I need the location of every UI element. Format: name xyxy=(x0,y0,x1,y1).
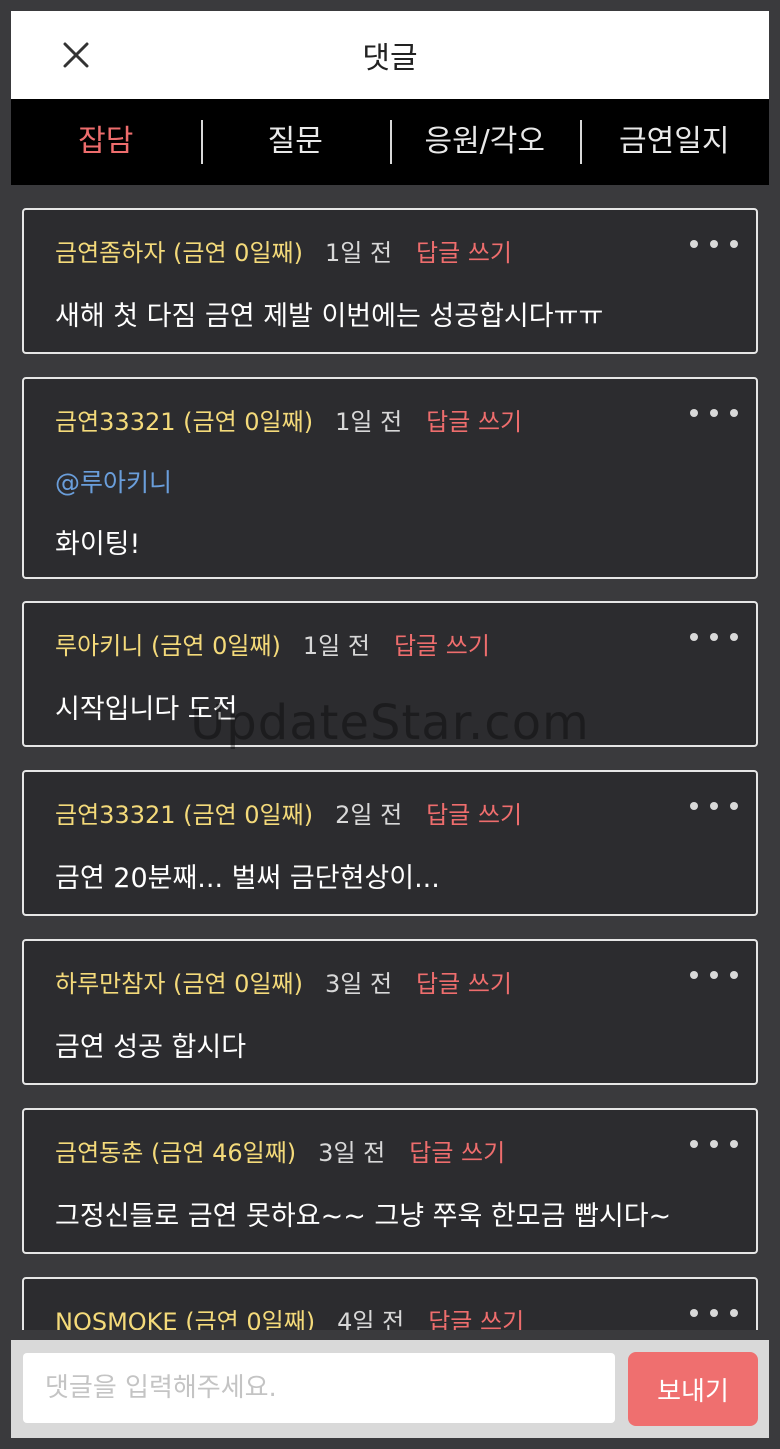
more-options-icon[interactable] xyxy=(690,1132,738,1156)
comment-card: 금연33321 (금연 0일째) 1일 전 답글 쓰기 @루아키니 화이팅! xyxy=(22,377,758,579)
header: 댓글 xyxy=(11,11,769,99)
more-options-icon[interactable] xyxy=(690,232,738,256)
tab-chat[interactable]: 잡담 xyxy=(11,99,201,185)
comment-text: 그정신들로 금연 못하요~~ 그냥 쭈욱 한모금 빱시다~ xyxy=(55,1201,672,1232)
comment-author[interactable]: NOSMOKE (금연 0일째) xyxy=(55,1302,315,1331)
more-options-icon[interactable] xyxy=(690,401,738,425)
comment-text: 금연 성공 합시다 xyxy=(55,1032,247,1063)
comment-author[interactable]: 금연좀하자 (금연 0일째) xyxy=(55,233,303,268)
comment-meta: 금연동춘 (금연 46일째) 3일 전 답글 쓰기 xyxy=(55,1130,505,1170)
more-options-icon[interactable] xyxy=(690,794,738,818)
reply-button[interactable]: 답글 쓰기 xyxy=(428,1302,524,1331)
comment-time: 1일 전 xyxy=(302,631,370,660)
page-title: 댓글 xyxy=(362,41,418,76)
comment-list[interactable]: 금연좀하자 (금연 0일째) 1일 전 답글 쓰기 새해 첫 다짐 금연 제발 … xyxy=(11,185,769,1330)
comment-meta: 하루만참자 (금연 0일째) 3일 전 답글 쓰기 xyxy=(55,961,512,1001)
comment-text: 금연 20분째... 벌써 금단현상이... xyxy=(55,863,440,894)
comment-author[interactable]: 루아키니 (금연 0일째) xyxy=(55,626,281,661)
comment-text: 시작입니다 도전 xyxy=(55,694,238,725)
tab-bar: 잡담 질문 응원/각오 금연일지 xyxy=(11,99,769,185)
comment-composer: 보내기 xyxy=(11,1340,769,1438)
comment-meta: 금연33321 (금연 0일째) 1일 전 답글 쓰기 xyxy=(55,399,522,439)
comment-meta: 루아키니 (금연 0일째) 1일 전 답글 쓰기 xyxy=(55,623,490,663)
more-options-icon[interactable] xyxy=(690,963,738,987)
comment-input[interactable] xyxy=(23,1353,615,1423)
comment-mention[interactable]: @루아키니 xyxy=(55,463,172,499)
comment-time: 1일 전 xyxy=(335,407,403,436)
tab-cheer[interactable]: 응원/각오 xyxy=(390,99,580,185)
comment-text: 새해 첫 다짐 금연 제발 이번에는 성공합시다ㅠㅠ xyxy=(55,301,604,332)
comment-card: 금연33321 (금연 0일째) 2일 전 답글 쓰기 금연 20분째... 벌… xyxy=(22,770,758,916)
comment-author[interactable]: 금연동춘 (금연 46일째) xyxy=(55,1133,296,1168)
comment-time: 1일 전 xyxy=(324,238,393,267)
reply-button[interactable]: 답글 쓰기 xyxy=(416,233,512,268)
tab-diary[interactable]: 금연일지 xyxy=(579,99,770,185)
comment-author[interactable]: 금연33321 (금연 0일째) xyxy=(55,402,313,437)
close-icon xyxy=(63,42,89,68)
close-button[interactable] xyxy=(51,37,101,73)
tab-question[interactable]: 질문 xyxy=(200,99,391,185)
reply-button[interactable]: 답글 쓰기 xyxy=(416,964,512,999)
comment-text: 화이팅! xyxy=(55,529,141,560)
comment-time: 3일 전 xyxy=(324,969,393,998)
comment-time: 3일 전 xyxy=(318,1138,386,1167)
comment-card: 금연좀하자 (금연 0일째) 1일 전 답글 쓰기 새해 첫 다짐 금연 제발 … xyxy=(22,208,758,354)
comment-meta: 금연좀하자 (금연 0일째) 1일 전 답글 쓰기 xyxy=(55,230,512,270)
comment-card: 하루만참자 (금연 0일째) 3일 전 답글 쓰기 금연 성공 합시다 xyxy=(22,939,758,1085)
comment-time: 2일 전 xyxy=(335,800,403,829)
reply-button[interactable]: 답글 쓰기 xyxy=(394,626,490,661)
comment-author[interactable]: 금연33321 (금연 0일째) xyxy=(55,795,313,830)
comment-time: 4일 전 xyxy=(337,1307,405,1331)
comment-meta: 금연33321 (금연 0일째) 2일 전 답글 쓰기 xyxy=(55,792,522,832)
comment-card: NOSMOKE (금연 0일째) 4일 전 답글 쓰기 xyxy=(22,1277,758,1330)
reply-button[interactable]: 답글 쓰기 xyxy=(426,402,522,437)
app-frame: 댓글 잡담 질문 응원/각오 금연일지 금연좀하자 (금연 0일째) 1일 전 … xyxy=(0,0,780,1449)
reply-button[interactable]: 답글 쓰기 xyxy=(426,795,522,830)
comment-author[interactable]: 하루만참자 (금연 0일째) xyxy=(55,964,303,999)
more-options-icon[interactable] xyxy=(690,1301,738,1325)
comment-meta: NOSMOKE (금연 0일째) 4일 전 답글 쓰기 xyxy=(55,1299,524,1331)
more-options-icon[interactable] xyxy=(690,625,738,649)
comment-card: 금연동춘 (금연 46일째) 3일 전 답글 쓰기 그정신들로 금연 못하요~~… xyxy=(22,1108,758,1254)
send-button[interactable]: 보내기 xyxy=(628,1352,758,1426)
reply-button[interactable]: 답글 쓰기 xyxy=(409,1133,505,1168)
comment-card: 루아키니 (금연 0일째) 1일 전 답글 쓰기 시작입니다 도전 xyxy=(22,601,758,747)
